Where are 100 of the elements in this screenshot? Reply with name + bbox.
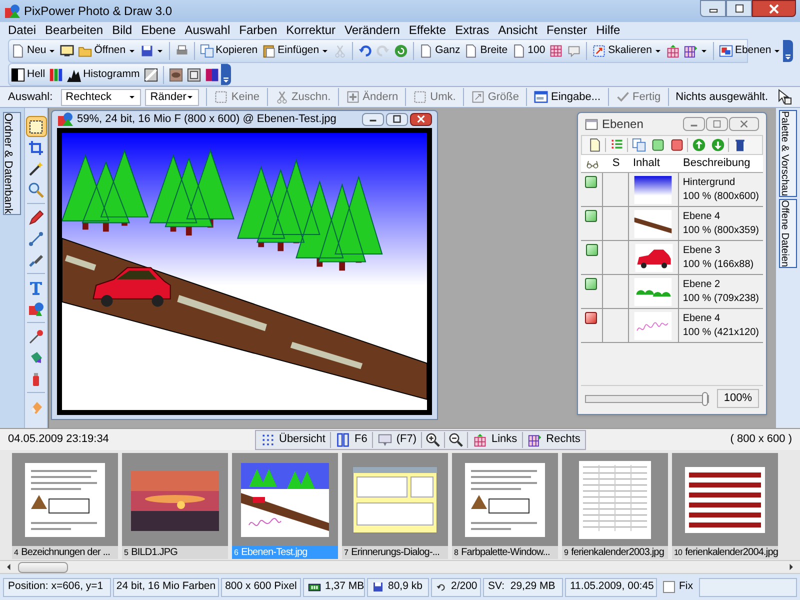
thumbnail-cell[interactable] <box>232 453 338 546</box>
opacity-slider[interactable] <box>585 394 709 402</box>
minimize-button[interactable] <box>700 0 726 17</box>
move-icon <box>346 90 360 104</box>
thumbnail-cell[interactable] <box>452 453 558 546</box>
input-button[interactable]: Eingabe... <box>534 88 601 106</box>
menu-item[interactable]: Hilfe <box>596 21 620 39</box>
thumbnail-cell[interactable] <box>342 453 448 546</box>
move-up-button[interactable] <box>690 136 707 154</box>
menu-item[interactable]: Effekte <box>408 21 446 39</box>
menu-item[interactable]: Bild <box>112 21 132 39</box>
thumbnail-cell[interactable] <box>672 453 778 546</box>
caret-icon <box>156 47 164 55</box>
visibility-toggle[interactable] <box>585 210 598 222</box>
thumbnail-number: 9 <box>564 546 568 558</box>
menu-item[interactable]: Auswahl <box>184 21 230 39</box>
side-tab[interactable]: Offene Dateien <box>779 199 797 268</box>
move-down-button[interactable] <box>709 136 726 154</box>
maximize-button[interactable] <box>726 0 752 17</box>
close-button[interactable] <box>752 0 796 17</box>
right-button[interactable]: Rechts <box>523 430 586 448</box>
clipboard-icon <box>262 44 276 58</box>
check-icon <box>616 90 630 104</box>
scroll-thumb[interactable] <box>18 562 68 572</box>
brightness-button[interactable]: Hell <box>9 64 48 86</box>
menu-item[interactable]: Farben <box>239 21 278 39</box>
file-name: ferienkalender2004.jpg <box>685 546 778 560</box>
dropdown-field[interactable]: Ränder <box>145 88 200 106</box>
thumbnail-cell[interactable] <box>122 453 228 546</box>
layers-button[interactable]: Ebenen <box>716 40 784 62</box>
side-tab[interactable]: Ordner & Datenbank <box>3 112 21 215</box>
maximize-button[interactable] <box>386 112 408 126</box>
duplicate-button[interactable] <box>630 136 647 154</box>
menu-item[interactable]: Korrektur <box>286 21 336 39</box>
thumbnail-caption[interactable]: 9 ferienkalender2003.jpg <box>562 546 668 559</box>
new-button[interactable]: Neu <box>9 40 58 62</box>
checkbox[interactable] <box>663 581 675 593</box>
copy-button[interactable]: Kopieren <box>198 40 260 62</box>
file-name: Farbpalette-Window... <box>461 546 550 560</box>
scissors-icon <box>274 90 289 104</box>
copy-icon <box>632 138 646 152</box>
cursor-icon <box>776 89 792 105</box>
menu-item[interactable]: Datei <box>8 21 36 39</box>
scale-button[interactable]: Skalieren <box>590 40 664 62</box>
layer-info: 100 % (800x600) <box>682 191 759 202</box>
layer-name: Ebene 2 <box>682 279 722 290</box>
menu-item[interactable]: Fenster <box>546 21 588 39</box>
columns-button[interactable]: F6 <box>331 430 372 448</box>
window-icon <box>534 90 548 104</box>
thumbnail-caption[interactable]: 10 ferienkalender2004.jpg <box>672 546 778 559</box>
color-picker-icon <box>28 328 44 344</box>
scale-icon <box>592 44 606 58</box>
left-button[interactable]: Links <box>468 430 522 448</box>
minimize-button[interactable] <box>362 112 384 126</box>
menu-item[interactable]: Extras <box>455 21 490 39</box>
close-button[interactable] <box>410 112 432 126</box>
visibility-toggle[interactable] <box>586 244 598 256</box>
tool-button[interactable] <box>26 116 46 137</box>
pencil-icon <box>28 210 44 226</box>
status-text: 80,9 kb <box>388 579 422 594</box>
thumbnail-number: 8 <box>454 546 458 558</box>
thumbnail-caption[interactable]: 8 Farbpalette-Window... <box>452 546 558 559</box>
contrast-icon <box>11 68 25 82</box>
caret-icon <box>186 93 194 101</box>
layer-info: 100 % (421x120) <box>682 327 759 338</box>
histogram-icon <box>67 68 82 82</box>
document-icon <box>419 44 434 58</box>
thumbnail-caption[interactable]: 5 BILD1.JPG <box>122 546 228 559</box>
status-text: 2/200 <box>451 579 478 594</box>
status-text: SV: 29,29 MB <box>488 579 556 594</box>
paste-button[interactable]: Einfügen <box>260 40 332 62</box>
visibility-toggle[interactable] <box>585 176 598 188</box>
thumbnail-cell[interactable] <box>562 453 668 546</box>
overview-button[interactable]: Übersicht <box>256 430 330 448</box>
menu-item[interactable]: Ebene <box>141 21 176 39</box>
thumbnail-cell[interactable] <box>12 453 118 546</box>
menu-item[interactable]: Ansicht <box>498 21 538 39</box>
maximize-icon <box>734 4 744 13</box>
zoom-out-icon <box>449 432 464 446</box>
visibility-toggle[interactable] <box>585 312 598 324</box>
zoom-icon <box>28 182 44 198</box>
layer-info: 100 % (709x238) <box>682 293 759 304</box>
thumbnail-caption[interactable]: 7 Erinnerungs-Dialog-... <box>342 546 448 559</box>
side-tab[interactable]: Palette & Vorschau <box>779 110 797 198</box>
fit-page-button[interactable]: Ganz <box>417 40 462 62</box>
menu-item[interactable]: Bearbeiten <box>45 21 104 39</box>
thumbnail-caption[interactable]: 4 Bezeichnungen der ... <box>12 546 118 559</box>
slideshow-button[interactable]: (F7) <box>373 430 422 448</box>
open-button[interactable]: Öffnen <box>76 40 138 62</box>
histogram-button[interactable]: Histogramm <box>65 64 142 86</box>
grid-arrow-icon <box>528 432 542 446</box>
actual-size-button[interactable]: 100 <box>510 40 548 62</box>
fit-width-button[interactable]: Breite <box>462 40 510 62</box>
slider-thumb[interactable] <box>702 392 708 406</box>
visibility-toggle[interactable] <box>585 278 598 290</box>
columns-icon <box>336 432 350 446</box>
dropdown-field[interactable]: Rechteck <box>60 88 142 106</box>
refresh-icon <box>394 44 408 58</box>
undo-icon <box>436 582 447 592</box>
menu-item[interactable]: Verändern <box>344 21 400 39</box>
